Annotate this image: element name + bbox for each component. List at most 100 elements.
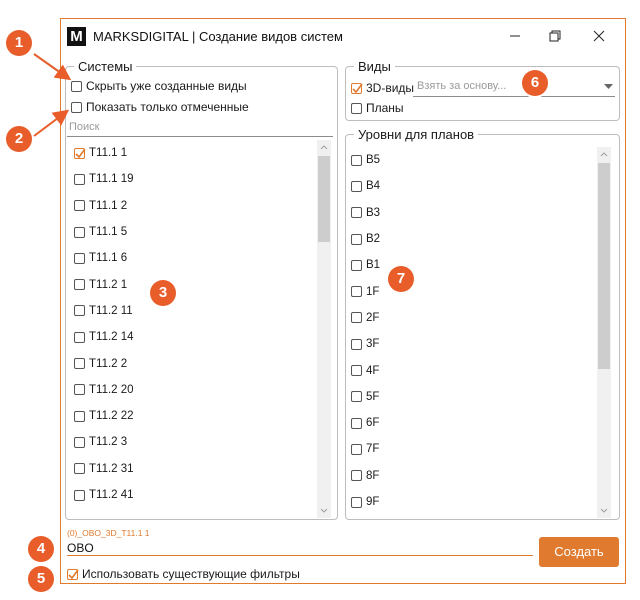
system-item[interactable]: T11.2 11 [74,298,314,324]
system-item[interactable]: T11.1 19 [74,166,314,192]
scroll-up-icon[interactable] [597,147,611,161]
system-item[interactable]: T11.1 5 [74,219,314,245]
plans-label: Планы [366,101,404,115]
systems-scroll-thumb[interactable] [318,156,330,242]
systems-search-input[interactable] [67,136,333,137]
levels-scroll-thumb[interactable] [598,163,610,369]
level-item-checkbox[interactable] [351,259,362,271]
system-item-checkbox[interactable] [74,436,85,448]
level-item-checkbox[interactable] [351,365,362,377]
callout-6: 6 [522,70,548,96]
level-item[interactable]: B4 [351,173,591,199]
level-item[interactable]: 1F [351,278,591,304]
level-item-checkbox[interactable] [351,154,362,166]
level-item[interactable]: 6F [351,410,591,436]
system-item-label: T11.2 1 [89,278,128,291]
level-item-checkbox[interactable] [351,207,362,219]
level-item[interactable]: B1 [351,252,591,278]
system-item-checkbox[interactable] [74,252,85,264]
level-item-checkbox[interactable] [351,312,362,324]
system-item-checkbox[interactable] [74,279,85,291]
system-item[interactable]: T11.2 2 [74,350,314,376]
base-view-dropdown[interactable]: Взять за основу... [413,77,615,97]
filename-preview: (0)_OBO_3D_T11.1 1 [67,528,150,538]
plans-box[interactable] [351,102,362,114]
system-item[interactable]: T11.2 20 [74,377,314,403]
level-item-label: 2F [366,311,380,324]
check-icon [75,148,86,158]
threed-views-box[interactable] [351,82,363,94]
system-item-checkbox[interactable] [74,463,85,475]
level-item[interactable]: B2 [351,226,591,252]
hide-created-box[interactable] [71,80,82,92]
prefix-input-value[interactable]: OBO [67,541,94,555]
levels-scrollbar[interactable] [597,147,611,518]
show-checked-checkbox[interactable]: Показать только отмеченные [71,100,249,114]
system-item-checkbox[interactable] [74,200,85,212]
use-filters-checkbox[interactable]: Использовать существующие фильтры [67,567,300,581]
level-item-checkbox[interactable] [351,180,362,192]
system-item[interactable]: T11.2 22 [74,403,314,429]
level-item-label: 1F [366,285,380,298]
system-item[interactable]: T11.1 2 [74,193,314,219]
maximize-button[interactable] [535,23,575,49]
systems-scrollbar[interactable] [317,140,331,518]
close-icon [593,30,605,42]
level-item-checkbox[interactable] [351,417,362,429]
system-item[interactable]: T11.2 31 [74,456,314,482]
level-item[interactable]: 9F [351,489,591,515]
threed-views-checkbox[interactable]: 3D-виды [351,81,414,95]
system-item-checkbox[interactable] [74,226,85,238]
system-item-checkbox[interactable] [74,358,85,370]
prefix-input[interactable] [67,555,533,556]
system-item[interactable]: T11.1 6 [74,245,314,271]
minimize-button[interactable] [495,23,535,49]
system-item-checkbox[interactable] [74,147,86,159]
system-item-checkbox[interactable] [74,410,85,422]
level-item-checkbox[interactable] [351,286,362,298]
show-checked-box[interactable] [71,101,82,113]
levels-legend: Уровни для планов [358,127,475,142]
system-item-checkbox[interactable] [74,331,85,343]
system-item-checkbox[interactable] [74,173,85,185]
level-item-checkbox[interactable] [351,443,362,455]
system-item[interactable]: T11.2 3 [74,429,314,455]
scroll-down-icon[interactable] [597,504,611,518]
level-item[interactable]: 7F [351,436,591,462]
plans-checkbox[interactable]: Планы [351,101,404,115]
use-filters-box[interactable] [67,568,79,580]
level-item[interactable]: 8F [351,463,591,489]
hide-created-checkbox[interactable]: Скрыть уже созданные виды [71,79,247,93]
level-item-checkbox[interactable] [351,470,362,482]
system-item[interactable]: T11.2 41 [74,482,314,508]
create-button[interactable]: Создать [539,537,619,567]
system-item-label: T11.1 1 [89,147,128,160]
level-item-checkbox[interactable] [351,338,362,350]
level-item[interactable]: 5F [351,384,591,410]
level-item[interactable]: 4F [351,357,591,383]
system-item[interactable]: T11.1 1 [74,140,314,166]
system-item-label: T11.2 3 [89,436,128,449]
level-item[interactable]: B3 [351,200,591,226]
system-item-checkbox[interactable] [74,384,85,396]
callout-7: 7 [388,266,414,292]
level-item[interactable]: 2F [351,305,591,331]
level-item-label: 7F [366,443,380,456]
system-item-label: T11.1 6 [89,252,128,265]
level-item[interactable]: B5 [351,147,591,173]
app-logo: M [67,27,86,46]
level-item-checkbox[interactable] [351,391,362,403]
callout-1: 1 [6,30,32,56]
level-item-checkbox[interactable] [351,233,362,245]
scroll-up-icon[interactable] [317,140,331,154]
title-bar: M MARKSDIGITAL | Создание видов систем [61,19,625,53]
system-item-checkbox[interactable] [74,305,85,317]
system-item-label: T11.2 2 [89,357,128,370]
level-item-checkbox[interactable] [351,496,362,508]
level-item[interactable]: 3F [351,331,591,357]
system-item[interactable]: T11.2 14 [74,324,314,350]
close-button[interactable] [579,23,619,49]
scroll-down-icon[interactable] [317,504,331,518]
system-item-checkbox[interactable] [74,489,85,501]
system-item[interactable]: T11.2 1 [74,271,314,297]
